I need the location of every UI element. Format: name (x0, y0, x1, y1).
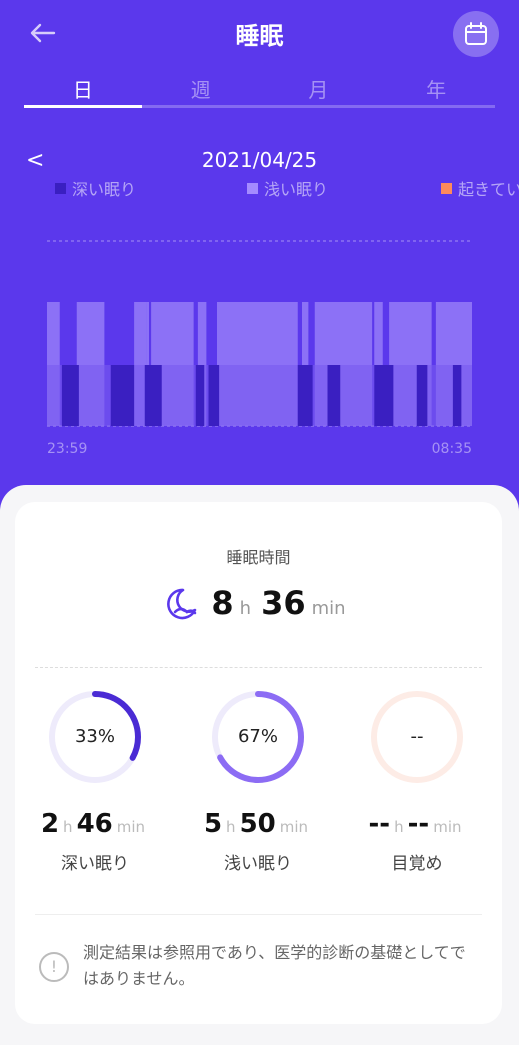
tab-indicator (24, 105, 142, 108)
deep-sleep-bar (61, 365, 79, 426)
deep-sleep-bar (195, 365, 205, 426)
deep-sleep-percent: 33% (74, 726, 115, 747)
deep-minutes: 46 (76, 809, 113, 839)
minutes-unit: min (116, 818, 146, 836)
light-sleep-duration: 5 h 50 min (178, 809, 338, 839)
total-hours: 8 (211, 584, 234, 622)
info-icon: ! (39, 952, 69, 982)
light-sleep-percent: 67% (237, 726, 278, 747)
legend-swatch-light (247, 182, 258, 194)
hours-unit: h (226, 818, 236, 836)
minutes-unit: min (433, 818, 462, 836)
minutes-unit: min (279, 818, 309, 836)
current-date: 2021/04/25 (201, 148, 318, 172)
stat-awake: -- -- h -- min 目覚め (337, 687, 497, 874)
disclaimer: ! 測定結果は参照用であり、医学的診断の基礎としてではありません。 (39, 940, 479, 992)
chart-end-time: 08:35 (431, 441, 472, 457)
sleep-time-heading: 睡眠時間 (226, 548, 291, 567)
light-sleep-ring: 67% (208, 687, 308, 787)
legend-deep: 深い眠り (55, 176, 136, 200)
awake-duration: -- h -- min (337, 809, 497, 839)
summary-card: 睡眠時間 8 h 36 min 33% 2 h 46 min 深い眠り 67% … (15, 502, 502, 1024)
stat-deep-sleep: 33% 2 h 46 min 深い眠り (15, 687, 175, 874)
total-sleep-time: 8 h 36 min (15, 584, 502, 624)
legend-awake: 起きてい (441, 176, 519, 200)
awake-ring: -- (367, 687, 467, 787)
deep-hours: 2 (40, 809, 60, 839)
deep-sleep-bar (452, 365, 462, 426)
hours-unit: h (239, 598, 252, 619)
chart-legend: 深い眠り 浅い眠り 起きてい (55, 176, 519, 200)
divider (35, 914, 482, 915)
tab-underline (24, 105, 495, 108)
deep-sleep-label: 深い眠り (61, 854, 129, 874)
tab-week[interactable]: 週 (142, 74, 260, 108)
deep-sleep-bar (110, 365, 135, 426)
awake-minutes: -- (407, 809, 430, 839)
period-tabs: 日 週 月 年 (24, 74, 495, 108)
prev-date-button[interactable]: < (26, 148, 44, 173)
chart-start-time: 23:59 (47, 441, 88, 457)
deep-sleep-bar (297, 365, 313, 426)
tab-day[interactable]: 日 (24, 74, 142, 108)
awake-percent: -- (410, 726, 424, 747)
legend-swatch-deep (55, 182, 66, 194)
legend-label-light: 浅い眠り (264, 180, 329, 199)
awake-hours: -- (368, 809, 391, 839)
hours-unit: h (394, 818, 404, 836)
awake-label: 目覚め (391, 854, 443, 874)
light-sleep-label: 浅い眠り (224, 854, 292, 874)
light-hours: 5 (203, 809, 223, 839)
divider (35, 667, 482, 668)
minutes-unit: min (311, 598, 346, 619)
deep-sleep-duration: 2 h 46 min (15, 809, 175, 839)
disclaimer-text: 測定結果は参照用であり、医学的診断の基礎としてではありません。 (83, 943, 466, 988)
hours-unit: h (63, 818, 73, 836)
sleep-stage-chart (47, 240, 472, 427)
moon-icon (167, 588, 197, 620)
calendar-button[interactable] (453, 11, 499, 57)
light-minutes: 50 (239, 809, 276, 839)
deep-sleep-bar (144, 365, 162, 426)
sleep-header-panel: 睡眠 日 週 月 年 2021/04/25 < 深い眠り 浅い眠り 起きてい 2… (0, 0, 519, 520)
total-minutes: 36 (261, 584, 306, 622)
stat-light-sleep: 67% 5 h 50 min 浅い眠り (178, 687, 338, 874)
page-title: 睡眠 (235, 22, 284, 50)
legend-label-awake: 起きてい (458, 180, 519, 199)
deep-sleep-bar (327, 365, 341, 426)
legend-label-deep: 深い眠り (72, 180, 137, 199)
deep-sleep-bar (416, 365, 428, 426)
calendar-icon (465, 22, 487, 45)
legend-swatch-awake (441, 182, 452, 194)
tab-year[interactable]: 年 (377, 74, 495, 108)
tab-month[interactable]: 月 (260, 74, 378, 108)
deep-sleep-bar (208, 365, 220, 426)
deep-sleep-ring: 33% (45, 687, 145, 787)
legend-light: 浅い眠り (247, 176, 328, 200)
deep-sleep-bar (374, 365, 394, 426)
